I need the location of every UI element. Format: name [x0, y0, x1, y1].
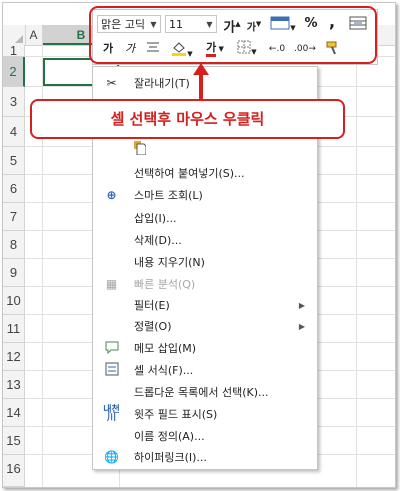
- comment-icon: [103, 340, 120, 357]
- font-size-value: 11: [169, 18, 183, 31]
- decrease-decimal-icon: .00→: [294, 44, 316, 54]
- align-center-icon: [147, 42, 159, 52]
- scissors-icon: ✂: [106, 76, 117, 90]
- menu-item-show-phonetic[interactable]: 내천 川 윗주 필드 표시(S): [93, 404, 317, 425]
- menu-item-paste-special[interactable]: 선택하여 붙여넣기(S)...: [93, 163, 317, 184]
- menu-item-delete[interactable]: 삭제(D)...: [93, 230, 317, 251]
- align-center-button[interactable]: [145, 41, 161, 57]
- instruction-callout: 셀 선택후 마우스 우클릭: [30, 99, 345, 139]
- pointer-arrow: [199, 73, 203, 101]
- format-painter-button[interactable]: [323, 40, 343, 56]
- menu-item-label: 필터(E): [134, 299, 170, 312]
- smart-lookup-icon: ⊕: [106, 188, 117, 202]
- row-header-15[interactable]: 15: [3, 427, 25, 455]
- menu-item-label: 윗주 필드 표시(S): [134, 408, 218, 421]
- row-header-8[interactable]: 8: [3, 231, 25, 259]
- row-header-7[interactable]: 7: [3, 203, 25, 231]
- row-header-3[interactable]: 3: [3, 87, 25, 117]
- row-header-16[interactable]: 16: [3, 455, 25, 487]
- menu-item-quick-analysis[interactable]: ▦ 빠른 분석(Q): [93, 274, 317, 295]
- format-cells-icon: [103, 362, 120, 379]
- menu-item-cut[interactable]: ✂ 잘라내기(T): [93, 73, 317, 94]
- paste-option-keep-text[interactable]: [93, 139, 317, 157]
- increase-decimal-icon: ←.0: [268, 44, 286, 54]
- menu-item-label: 정렬(O): [134, 320, 172, 333]
- menu-item-clear-contents[interactable]: 내용 지우기(N): [93, 252, 317, 273]
- bold-button[interactable]: 가: [101, 41, 115, 57]
- font-name-value: 맑은 고딕: [101, 18, 145, 31]
- menu-item-insert[interactable]: 삽입(I)...: [93, 208, 317, 229]
- menu-item-smart-lookup[interactable]: ⊕ 스마트 조회(L): [93, 185, 317, 206]
- format-painter-icon: [326, 41, 337, 55]
- row-header-9[interactable]: 9: [3, 259, 25, 287]
- menu-item-format-cells[interactable]: 셀 서식(F)...: [93, 360, 317, 381]
- menu-item-label: 하이퍼링크(I)...: [134, 451, 207, 464]
- phonetic-icon: 내천 川: [103, 405, 120, 423]
- submenu-arrow-icon: ▶: [298, 301, 305, 310]
- mini-toolbar: 맑은 고딕 ▼ 11 ▼ 가▲ 가▼ ▼ % , 가 가 ▼ 가 ▼ ▼ ←.0: [92, 9, 378, 65]
- grow-font-icon: 가: [223, 20, 236, 36]
- menu-item-label: 이름 정의(A)...: [134, 430, 205, 443]
- font-size-box[interactable]: 11 ▼: [165, 15, 217, 33]
- chevron-down-icon: ▼: [206, 20, 213, 29]
- menu-item-define-name[interactable]: 이름 정의(A)...: [93, 426, 317, 447]
- menu-item-label: 선택하여 붙여넣기(S)...: [134, 167, 245, 180]
- menu-item-hyperlink[interactable]: 🌐 하이퍼링크(I)...: [93, 447, 317, 468]
- increase-decimal-button[interactable]: ←.0: [265, 41, 289, 57]
- row-header-11[interactable]: 11: [3, 315, 25, 343]
- cell-styles-button[interactable]: ▼: [268, 16, 298, 32]
- row-header-13[interactable]: 13: [3, 371, 25, 399]
- fill-color-button[interactable]: ▼: [167, 40, 197, 58]
- font-name-box[interactable]: 맑은 고딕 ▼: [97, 15, 161, 33]
- comma-style-button[interactable]: ,: [325, 14, 339, 30]
- row-header-10[interactable]: 10: [3, 287, 25, 315]
- menu-item-label: 셀 서식(F)...: [134, 364, 194, 377]
- paste-icon: [131, 141, 148, 158]
- row-header-5[interactable]: 5: [3, 147, 25, 175]
- menu-item-label: 스마트 조회(L): [134, 189, 203, 202]
- decrease-decimal-button[interactable]: .00→: [293, 41, 317, 57]
- chevron-down-icon: ▼: [150, 20, 157, 29]
- font-color-button[interactable]: 가 ▼: [201, 40, 229, 57]
- row-header-6[interactable]: 6: [3, 175, 25, 203]
- menu-item-label: 메모 삽입(M): [134, 342, 197, 355]
- merge-cells-icon: [349, 16, 367, 30]
- excel-window: A B 1 2 3 4 5 6 7 8 9 10 11 12 13 14 15 …: [2, 2, 396, 488]
- grow-font-button[interactable]: 가▲: [223, 16, 241, 36]
- row-header-4[interactable]: 4: [3, 117, 25, 147]
- menu-item-pick-from-dropdown[interactable]: 드롭다운 목록에서 선택(K)...: [93, 382, 317, 403]
- font-color-icon: 가: [206, 41, 217, 57]
- menu-item-label: 삭제(D)...: [134, 234, 182, 247]
- hyperlink-icon: 🌐: [104, 450, 119, 464]
- shrink-font-button[interactable]: 가▼: [245, 16, 263, 34]
- borders-button[interactable]: ▼: [233, 40, 261, 56]
- menu-item-label: 빠른 분석(Q): [134, 278, 196, 291]
- submenu-arrow-icon: ▶: [298, 322, 305, 331]
- row-header-14[interactable]: 14: [3, 399, 25, 427]
- menu-item-label: 드롭다운 목록에서 선택(K)...: [134, 386, 269, 399]
- menu-item-insert-comment[interactable]: 메모 삽입(M): [93, 338, 317, 359]
- quick-analysis-icon: ▦: [105, 277, 118, 291]
- menu-item-sort[interactable]: 정렬(O) ▶: [93, 316, 317, 337]
- cell-styles-icon: [270, 16, 290, 30]
- shrink-font-icon: 가: [246, 22, 256, 34]
- menu-item-label: 내용 지우기(N): [134, 256, 205, 269]
- menu-item-filter[interactable]: 필터(E) ▶: [93, 295, 317, 316]
- borders-icon: [237, 40, 251, 54]
- row-header-12[interactable]: 12: [3, 343, 25, 371]
- column-header-a[interactable]: A: [25, 25, 43, 45]
- fill-color-icon: [172, 42, 187, 56]
- menu-item-label: 삽입(I)...: [134, 212, 177, 225]
- row-header-1[interactable]: 1: [3, 44, 25, 57]
- merge-cells-button[interactable]: [347, 16, 369, 32]
- row-header-2[interactable]: 2: [3, 57, 25, 87]
- select-all-button[interactable]: [3, 25, 26, 45]
- italic-button[interactable]: 가: [123, 41, 137, 57]
- arrow-up-icon: [193, 63, 209, 75]
- menu-item-label: 잘라내기(T): [134, 77, 190, 90]
- percent-style-button[interactable]: %: [303, 16, 319, 32]
